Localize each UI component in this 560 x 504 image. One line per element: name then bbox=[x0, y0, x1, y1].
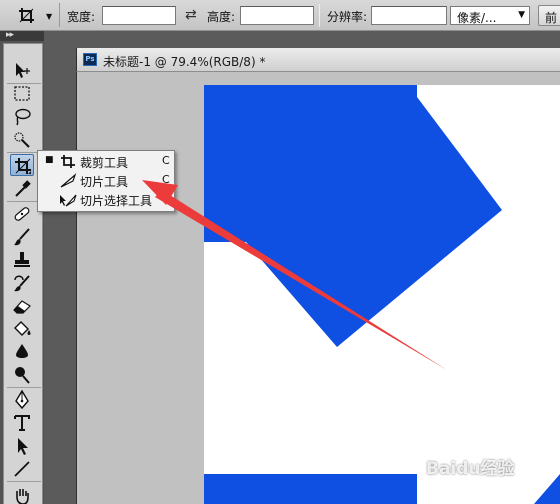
front-image-label: 前 bbox=[545, 11, 558, 25]
width-label: 宽度: bbox=[67, 10, 96, 24]
flyout-item-shortcut: C bbox=[162, 192, 170, 205]
marquee-tool[interactable] bbox=[10, 83, 34, 105]
flyout-item-label: 切片选择工具 bbox=[80, 194, 153, 208]
crop-tool-icon bbox=[15, 158, 31, 174]
clone-stamp-icon bbox=[14, 252, 30, 267]
toolbox-collapse-bar[interactable]: ▸▸ bbox=[0, 30, 44, 41]
slice-select-icon bbox=[60, 194, 77, 207]
chevron-down-icon: ▼ bbox=[518, 10, 525, 20]
blue-corner-shape bbox=[534, 474, 560, 504]
document-title: 未标题-1 @ 79.4%(RGB/8) * bbox=[103, 55, 266, 69]
paint-bucket-tool[interactable] bbox=[10, 318, 34, 340]
type-tool[interactable] bbox=[10, 412, 34, 434]
crop-icon bbox=[61, 155, 75, 168]
divider bbox=[7, 481, 41, 482]
resolution-label: 分辨率: bbox=[327, 10, 368, 24]
eraser-tool[interactable] bbox=[10, 295, 34, 317]
flyout-item-crop-tool[interactable]: ■ 裁剪工具 C bbox=[38, 152, 176, 171]
height-label: 高度: bbox=[207, 10, 236, 24]
divider bbox=[7, 201, 41, 202]
pen-tool-icon bbox=[15, 389, 29, 410]
paint-bucket-icon bbox=[14, 321, 31, 336]
dodge-tool[interactable] bbox=[10, 364, 34, 386]
crop-tool-flyout-menu: ■ 裁剪工具 C 切片工具 C 切片选择工具 C bbox=[37, 150, 175, 212]
clone-stamp-tool[interactable] bbox=[10, 249, 34, 271]
blur-tool-icon bbox=[16, 344, 28, 358]
eyedropper-tool-icon bbox=[15, 180, 31, 197]
canvas[interactable] bbox=[204, 85, 560, 504]
resolution-unit-select[interactable]: 像素/... ▼ bbox=[450, 6, 530, 25]
brush-tool-icon bbox=[14, 228, 30, 246]
tool-preset-picker[interactable]: ▼ bbox=[2, 3, 60, 27]
front-image-button[interactable]: 前 bbox=[538, 5, 560, 26]
width-input[interactable] bbox=[102, 6, 176, 25]
options-bar: ▼ 宽度: ⇄ 高度: 分辨率: 像素/... ▼ 前 bbox=[0, 0, 560, 31]
history-brush-icon bbox=[14, 275, 30, 292]
brush-tool[interactable] bbox=[10, 226, 34, 248]
crop-tool[interactable] bbox=[10, 154, 34, 176]
submenu-indicator-icon bbox=[28, 171, 31, 174]
swap-arrows-icon[interactable]: ⇄ bbox=[185, 7, 197, 23]
collapse-icon: ▸▸ bbox=[6, 30, 14, 40]
hand-tool[interactable] bbox=[10, 484, 34, 504]
flyout-item-shortcut: C bbox=[162, 173, 170, 186]
healing-brush-tool[interactable] bbox=[10, 203, 34, 225]
blue-bottom-shape bbox=[204, 474, 417, 504]
path-select-tool[interactable] bbox=[10, 435, 34, 457]
crop-icon bbox=[19, 8, 34, 23]
height-input[interactable] bbox=[240, 6, 314, 25]
flyout-item-slice-tool[interactable]: 切片工具 C bbox=[38, 171, 176, 190]
move-tool[interactable] bbox=[10, 60, 34, 82]
divider bbox=[7, 152, 41, 153]
eyedropper-tool[interactable] bbox=[10, 178, 34, 200]
toolbox: ▸▸ bbox=[0, 30, 44, 504]
quick-select-tool[interactable] bbox=[10, 129, 34, 151]
hand-tool-icon bbox=[16, 489, 29, 504]
canvas-artwork bbox=[204, 85, 560, 504]
quick-select-tool-icon bbox=[14, 132, 30, 148]
resolution-unit-value: 像素/... bbox=[457, 11, 497, 25]
history-brush-tool[interactable] bbox=[10, 272, 34, 294]
divider bbox=[7, 387, 41, 388]
move-tool-icon bbox=[16, 63, 30, 78]
toolbox-panel bbox=[3, 43, 43, 504]
watermark: Baidu经验 bbox=[426, 459, 515, 479]
pen-tool[interactable] bbox=[10, 389, 34, 411]
healing-brush-icon bbox=[14, 207, 30, 221]
type-tool-icon bbox=[14, 415, 30, 431]
path-select-icon bbox=[18, 438, 28, 455]
flyout-item-label: 裁剪工具 bbox=[80, 156, 129, 170]
photoshop-icon: Ps bbox=[83, 53, 97, 66]
marquee-tool-icon bbox=[14, 86, 30, 101]
flyout-item-shortcut: C bbox=[162, 154, 170, 167]
selected-marker: ■ bbox=[45, 155, 54, 165]
chevron-down-icon: ▼ bbox=[46, 12, 53, 21]
document-tab[interactable]: Ps 未标题-1 @ 79.4%(RGB/8) * bbox=[76, 48, 560, 72]
dodge-tool-icon bbox=[15, 367, 30, 384]
blur-tool[interactable] bbox=[10, 341, 34, 363]
line-tool[interactable] bbox=[10, 458, 34, 480]
lasso-tool[interactable] bbox=[10, 106, 34, 128]
line-tool-icon bbox=[14, 461, 30, 477]
resolution-input[interactable] bbox=[371, 6, 447, 25]
eraser-tool-icon bbox=[13, 300, 31, 314]
slice-icon bbox=[60, 173, 77, 188]
lasso-tool-icon bbox=[15, 108, 31, 126]
flyout-item-label: 切片工具 bbox=[80, 175, 129, 189]
blue-rotated-shape bbox=[204, 85, 502, 347]
flyout-item-slice-select-tool[interactable]: 切片选择工具 C bbox=[38, 190, 176, 209]
divider bbox=[319, 4, 320, 27]
